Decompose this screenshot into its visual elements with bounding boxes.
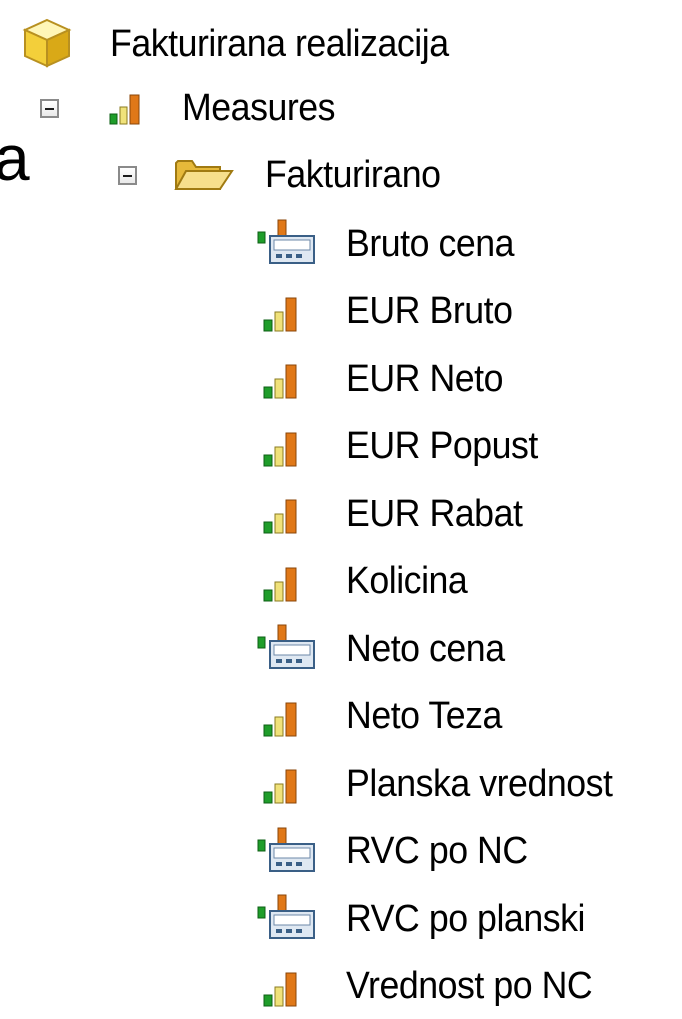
tree-node-measure-item[interactable]: Vrednost po NC (256, 955, 608, 1019)
tree-node-label: RVC po NC (346, 830, 528, 872)
tree-node-label: Planska vrednost (346, 762, 613, 805)
tree-node-cube[interactable]: Fakturirana realizacija (22, 12, 470, 76)
tree-node-label: Measures (182, 86, 336, 129)
truncated-side-text: a (0, 122, 30, 194)
tree-node-measure-item[interactable]: RVC po planski (256, 887, 600, 951)
measure-icon (256, 294, 302, 334)
tree-node-label: Neto Teza (346, 695, 502, 737)
calculated-measure-icon (256, 623, 320, 671)
open-folder-icon (174, 155, 234, 193)
calculated-measure-icon (256, 826, 320, 874)
measure-icon (256, 429, 302, 469)
tree-node-folder[interactable]: Fakturirano (118, 143, 452, 207)
tree-node-measure-item[interactable]: Neto Teza (256, 685, 512, 749)
tree-node-measure-item[interactable]: EUR Rabat (256, 482, 534, 546)
tree-node-label: EUR Bruto (346, 290, 513, 332)
tree-node-measure-item[interactable]: Planska vrednost (256, 752, 630, 816)
measure-icon (256, 564, 302, 604)
tree-node-measure-item[interactable]: RVC po NC (256, 820, 539, 884)
tree-node-measure-item[interactable]: EUR Neto (256, 347, 513, 411)
tree-node-label: EUR Neto (346, 357, 504, 400)
tree-node-measure-item[interactable]: Bruto cena (256, 212, 525, 276)
measure-icon (256, 969, 302, 1009)
measure-icon (256, 361, 302, 401)
measure-icon (256, 699, 302, 739)
calculated-measure-icon (256, 218, 320, 266)
collapse-toggle-icon[interactable] (40, 99, 59, 118)
measures-icon (108, 92, 148, 126)
tree-node-measure-item[interactable]: Neto cena (256, 617, 515, 681)
tree-node-label: RVC po planski (346, 897, 585, 940)
measure-icon (256, 496, 302, 536)
tree-node-measures[interactable]: Measures (40, 76, 345, 140)
tree-node-label: Fakturirano (265, 153, 441, 196)
tree-node-label: Fakturirana realizacija (110, 22, 449, 65)
calculated-measure-icon (256, 893, 320, 941)
tree-node-measure-item[interactable]: EUR Bruto (256, 280, 523, 344)
tree-node-label: EUR Rabat (346, 492, 523, 535)
measure-icon (256, 766, 302, 806)
tree-node-label: Bruto cena (346, 222, 515, 265)
tree-node-label: Vrednost po NC (346, 965, 593, 1007)
tree-node-measure-item[interactable]: EUR Popust (256, 415, 550, 479)
cube-icon (22, 17, 72, 69)
tree-node-measure-item[interactable]: Kolicina (256, 550, 475, 614)
tree-node-label: Neto cena (346, 627, 505, 670)
collapse-toggle-icon[interactable] (118, 166, 137, 185)
tree-node-label: Kolicina (346, 560, 468, 602)
tree-node-label: EUR Popust (346, 425, 538, 467)
